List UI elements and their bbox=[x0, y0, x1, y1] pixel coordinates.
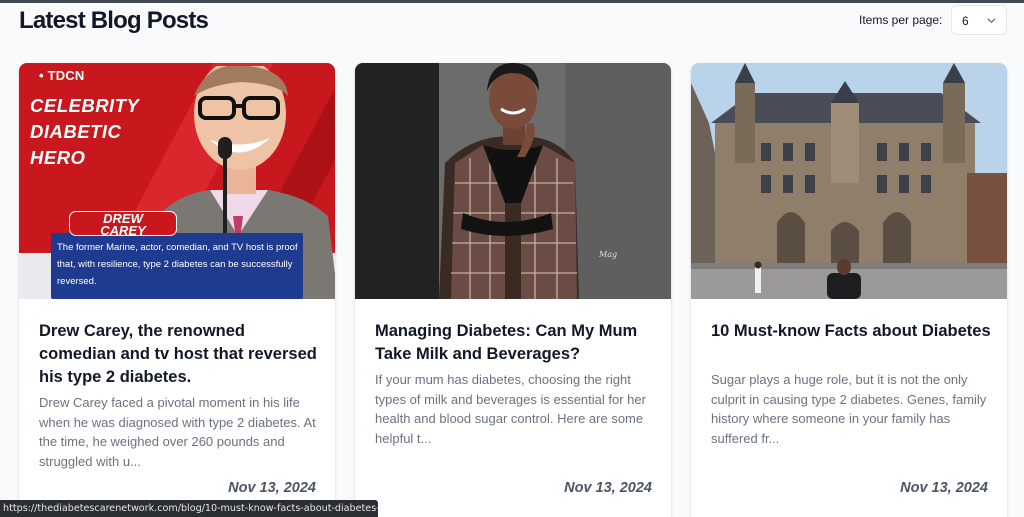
items-per-page-select[interactable]: 6 bbox=[951, 5, 1007, 35]
town-hall-photo bbox=[691, 63, 1007, 299]
link-preview-status-bar: https://thediabetescarenetwork.com/blog/… bbox=[0, 500, 378, 517]
items-per-page-label: Items per page: bbox=[859, 13, 943, 27]
post-excerpt: Drew Carey faced a pivotal moment in his… bbox=[39, 395, 316, 469]
items-per-page-value: 6 bbox=[962, 14, 969, 28]
svg-text:Mag: Mag bbox=[598, 250, 617, 259]
promo-caption: The former Marine, actor, comedian, and … bbox=[51, 233, 303, 299]
post-image: • TDCN CELEBRITY DIABETIC HERO The forme… bbox=[19, 63, 335, 299]
blog-post-card[interactable]: 10 Must-know Facts about Diabetes Sugar … bbox=[691, 63, 1007, 517]
page-title: Latest Blog Posts bbox=[19, 7, 209, 34]
post-title[interactable]: 10 Must-know Facts about Diabetes bbox=[711, 320, 996, 343]
promo-name-tag: DREW CAREY bbox=[69, 211, 177, 236]
top-border bbox=[0, 0, 1024, 3]
chevron-down-icon bbox=[987, 18, 996, 23]
promo-graphic: • TDCN CELEBRITY DIABETIC HERO The forme… bbox=[19, 63, 335, 299]
post-image bbox=[691, 63, 1007, 299]
post-title[interactable]: Drew Carey, the renowned comedian and tv… bbox=[39, 320, 324, 389]
post-title[interactable]: Managing Diabetes: Can My Mum Take Milk … bbox=[375, 320, 660, 366]
brand-label: • TDCN bbox=[39, 68, 85, 83]
promo-headline: CELEBRITY DIABETIC HERO bbox=[30, 95, 140, 168]
blog-post-card[interactable]: • TDCN CELEBRITY DIABETIC HERO The forme… bbox=[19, 63, 335, 517]
woman-portrait-photo: Mag bbox=[355, 63, 671, 299]
post-excerpt: If your mum has diabetes, choosing the r… bbox=[375, 372, 646, 446]
post-image: Mag bbox=[355, 63, 671, 299]
post-date: Nov 13, 2024 bbox=[564, 480, 652, 496]
post-excerpt: Sugar plays a huge role, but it is not t… bbox=[711, 372, 987, 446]
post-date: Nov 13, 2024 bbox=[900, 480, 988, 496]
blog-post-card[interactable]: Mag Managing Diabetes: Can My Mum Take M… bbox=[355, 63, 671, 517]
post-date: Nov 13, 2024 bbox=[228, 480, 316, 496]
